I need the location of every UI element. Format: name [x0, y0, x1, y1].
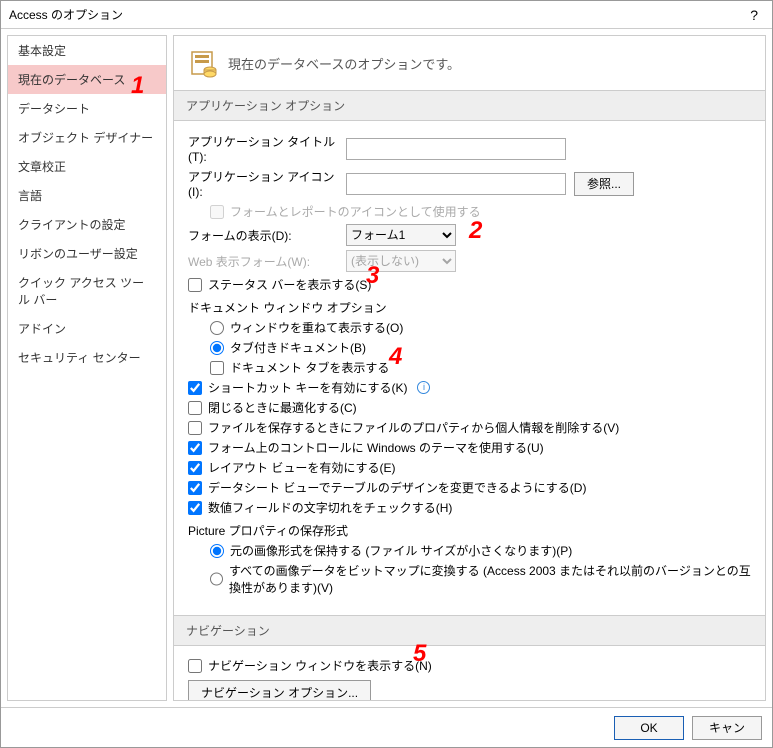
layout-label: レイアウト ビューを有効にする(E) [208, 459, 395, 476]
help-button[interactable]: ? [744, 7, 764, 23]
overlapping-label: ウィンドウを重ねて表示する(O) [230, 319, 403, 336]
themed-label: フォーム上のコントロールに Windows のテーマを使用する(U) [208, 439, 544, 456]
layout-checkbox[interactable] [188, 461, 202, 475]
status-bar-label: ステータス バーを表示する(S) [208, 276, 371, 293]
browse-button[interactable]: 参照... [574, 172, 634, 196]
sidebar-item-proofing[interactable]: 文章校正 [8, 152, 166, 181]
app-icon-label: アプリケーション アイコン(I): [188, 168, 338, 199]
database-icon [188, 48, 218, 78]
sidebar-item-addins[interactable]: アドイン [8, 314, 166, 343]
web-form-label: Web 表示フォーム(W): [188, 253, 338, 270]
show-nav-label: ナビゲーション ウィンドウを表示する(N) [208, 657, 432, 674]
app-icon-input[interactable] [346, 173, 566, 195]
sidebar-item-trust-center[interactable]: セキュリティ センター [8, 343, 166, 372]
use-as-icon-label: フォームとレポートのアイコンとして使用する [230, 203, 481, 220]
section-app-options: アプリケーション オプション [174, 90, 765, 121]
app-title-label: アプリケーション タイトル(T): [188, 133, 338, 164]
tabbed-radio[interactable] [210, 341, 224, 355]
compact-label: 閉じるときに最適化する(C) [208, 399, 357, 416]
app-title-input[interactable] [346, 138, 566, 160]
sidebar-item-qat[interactable]: クイック アクセス ツール バー [8, 268, 166, 314]
display-form-label: フォームの表示(D): [188, 227, 338, 244]
sidebar-item-current-db[interactable]: 現在のデータベース [8, 65, 166, 94]
sidebar-item-object-designer[interactable]: オブジェクト デザイナー [8, 123, 166, 152]
datasheet-design-label: データシート ビューでテーブルのデザインを変更できるようにする(D) [208, 479, 586, 496]
page-header-text: 現在のデータベースのオプションです。 [228, 54, 460, 73]
content-panel: 現在のデータベースのオプションです。 アプリケーション オプション アプリケーシ… [173, 35, 766, 701]
picture-group-label: Picture プロパティの保存形式 [188, 522, 751, 539]
remove-info-label: ファイルを保存するときにファイルのプロパティから個人情報を削除する(V) [208, 419, 619, 436]
display-form-select[interactable]: フォーム1 [346, 224, 456, 246]
section-navigation: ナビゲーション [174, 615, 765, 646]
status-bar-checkbox[interactable] [188, 278, 202, 292]
sidebar-item-language[interactable]: 言語 [8, 181, 166, 210]
themed-checkbox[interactable] [188, 441, 202, 455]
web-form-select: (表示しない) [346, 250, 456, 272]
info-icon[interactable]: i [417, 381, 430, 394]
truncated-label: 数値フィールドの文字切れをチェックする(H) [208, 499, 452, 516]
show-tabs-label: ドキュメント タブを表示する [230, 359, 389, 376]
picture-preserve-label: 元の画像形式を保持する (ファイル サイズが小さくなります)(P) [230, 542, 572, 559]
cancel-button[interactable]: キャン [692, 716, 762, 740]
truncated-checkbox[interactable] [188, 501, 202, 515]
doc-window-group-label: ドキュメント ウィンドウ オプション [188, 299, 751, 316]
picture-convert-radio[interactable] [210, 572, 223, 586]
show-tabs-checkbox[interactable] [210, 361, 224, 375]
picture-preserve-radio[interactable] [210, 544, 224, 558]
use-as-icon-checkbox [210, 205, 224, 219]
overlapping-radio[interactable] [210, 321, 224, 335]
show-nav-checkbox[interactable] [188, 659, 202, 673]
tabbed-label: タブ付きドキュメント(B) [230, 339, 366, 356]
shortcut-label: ショートカット キーを有効にする(K) [208, 379, 407, 396]
sidebar-item-datasheet[interactable]: データシート [8, 94, 166, 123]
sidebar-item-client[interactable]: クライアントの設定 [8, 210, 166, 239]
category-sidebar: 基本設定 現在のデータベース データシート オブジェクト デザイナー 文章校正 … [7, 35, 167, 701]
sidebar-item-general[interactable]: 基本設定 [8, 36, 166, 65]
compact-checkbox[interactable] [188, 401, 202, 415]
shortcut-checkbox[interactable] [188, 381, 202, 395]
sidebar-item-ribbon[interactable]: リボンのユーザー設定 [8, 239, 166, 268]
picture-convert-label: すべての画像データをビットマップに変換する (Access 2003 またはそれ… [229, 562, 751, 596]
datasheet-design-checkbox[interactable] [188, 481, 202, 495]
nav-options-button[interactable]: ナビゲーション オプション... [188, 680, 371, 701]
ok-button[interactable]: OK [614, 716, 684, 740]
remove-info-checkbox[interactable] [188, 421, 202, 435]
window-title: Access のオプション [9, 6, 744, 23]
